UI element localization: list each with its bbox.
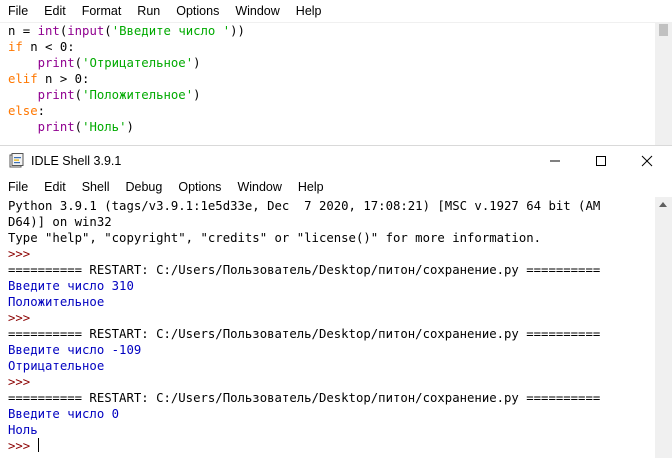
shell-line: Отрицательное xyxy=(8,359,105,373)
shell-menu-file[interactable]: File xyxy=(0,180,36,194)
shell-line: ========== RESTART: C:/Users/Пользовател… xyxy=(8,327,601,341)
shell-window-title: IDLE Shell 3.9.1 xyxy=(31,154,122,168)
shell-menu-options[interactable]: Options xyxy=(170,180,229,194)
editor-menu-options[interactable]: Options xyxy=(168,4,227,18)
idle-app-icon xyxy=(9,153,24,168)
shell-line: Введите число 310 xyxy=(8,279,134,293)
shell-menu-shell[interactable]: Shell xyxy=(74,180,118,194)
code-line: print('Ноль') xyxy=(37,120,134,134)
code-line: elif n > 0: xyxy=(8,72,90,86)
shell-line: Введите число 0 xyxy=(8,407,120,421)
close-button[interactable] xyxy=(624,146,670,176)
shell-prompt: >>> xyxy=(8,375,38,389)
shell-line: Введите число -109 xyxy=(8,343,142,357)
code-line: else: xyxy=(8,104,46,118)
shell-window: IDLE Shell 3.9.1 File Edit Shell Debug O… xyxy=(0,145,672,458)
shell-titlebar[interactable]: IDLE Shell 3.9.1 xyxy=(0,146,672,176)
shell-output-area[interactable]: Python 3.9.1 (tags/v3.9.1:1e5d33e, Dec 7… xyxy=(8,198,648,456)
shell-scrollbar[interactable] xyxy=(655,197,672,458)
editor-menu-run[interactable]: Run xyxy=(129,4,168,18)
shell-line: ========== RESTART: C:/Users/Пользовател… xyxy=(8,263,601,277)
maximize-icon xyxy=(596,156,606,166)
shell-line: D64)] on win32 xyxy=(8,215,112,229)
code-line: n = int(input('Введите число ')) xyxy=(8,24,245,38)
shell-menu-help[interactable]: Help xyxy=(290,180,332,194)
editor-scroll-thumb[interactable] xyxy=(659,24,668,36)
shell-prompt: >>> xyxy=(8,438,39,453)
shell-menubar: File Edit Shell Debug Options Window Hel… xyxy=(0,176,672,198)
maximize-button[interactable] xyxy=(578,146,624,176)
shell-menu-window[interactable]: Window xyxy=(229,180,289,194)
shell-line: Python 3.9.1 (tags/v3.9.1:1e5d33e, Dec 7… xyxy=(8,199,601,213)
shell-line: ========== RESTART: C:/Users/Пользовател… xyxy=(8,391,601,405)
code-line: print('Положительное') xyxy=(37,88,201,102)
editor-menu-edit[interactable]: Edit xyxy=(36,4,74,18)
shell-menu-debug[interactable]: Debug xyxy=(118,180,171,194)
editor-menu-window[interactable]: Window xyxy=(227,4,287,18)
shell-line: Ноль xyxy=(8,423,38,437)
shell-line: Положительное xyxy=(8,295,105,309)
minimize-icon xyxy=(550,160,560,162)
editor-menu-format[interactable]: Format xyxy=(74,4,130,18)
shell-line: Type "help", "copyright", "credits" or "… xyxy=(8,231,542,245)
text-cursor xyxy=(37,438,39,452)
code-line: if n < 0: xyxy=(8,40,75,54)
close-icon xyxy=(641,155,653,167)
editor-menu-file[interactable]: File xyxy=(0,4,36,18)
code-line: print('Отрицательное') xyxy=(37,56,201,70)
editor-scrollbar[interactable] xyxy=(655,22,672,146)
shell-menu-edit[interactable]: Edit xyxy=(36,180,74,194)
minimize-button[interactable] xyxy=(532,146,578,176)
scroll-up-arrow-icon[interactable] xyxy=(659,202,667,207)
shell-prompt: >>> xyxy=(8,247,38,261)
editor-menu-help[interactable]: Help xyxy=(288,4,330,18)
editor-code-area[interactable]: n = int(input('Введите число ')) if n < 0… xyxy=(8,23,648,143)
shell-prompt: >>> xyxy=(8,311,38,325)
editor-menubar: File Edit Format Run Options Window Help xyxy=(0,0,672,23)
